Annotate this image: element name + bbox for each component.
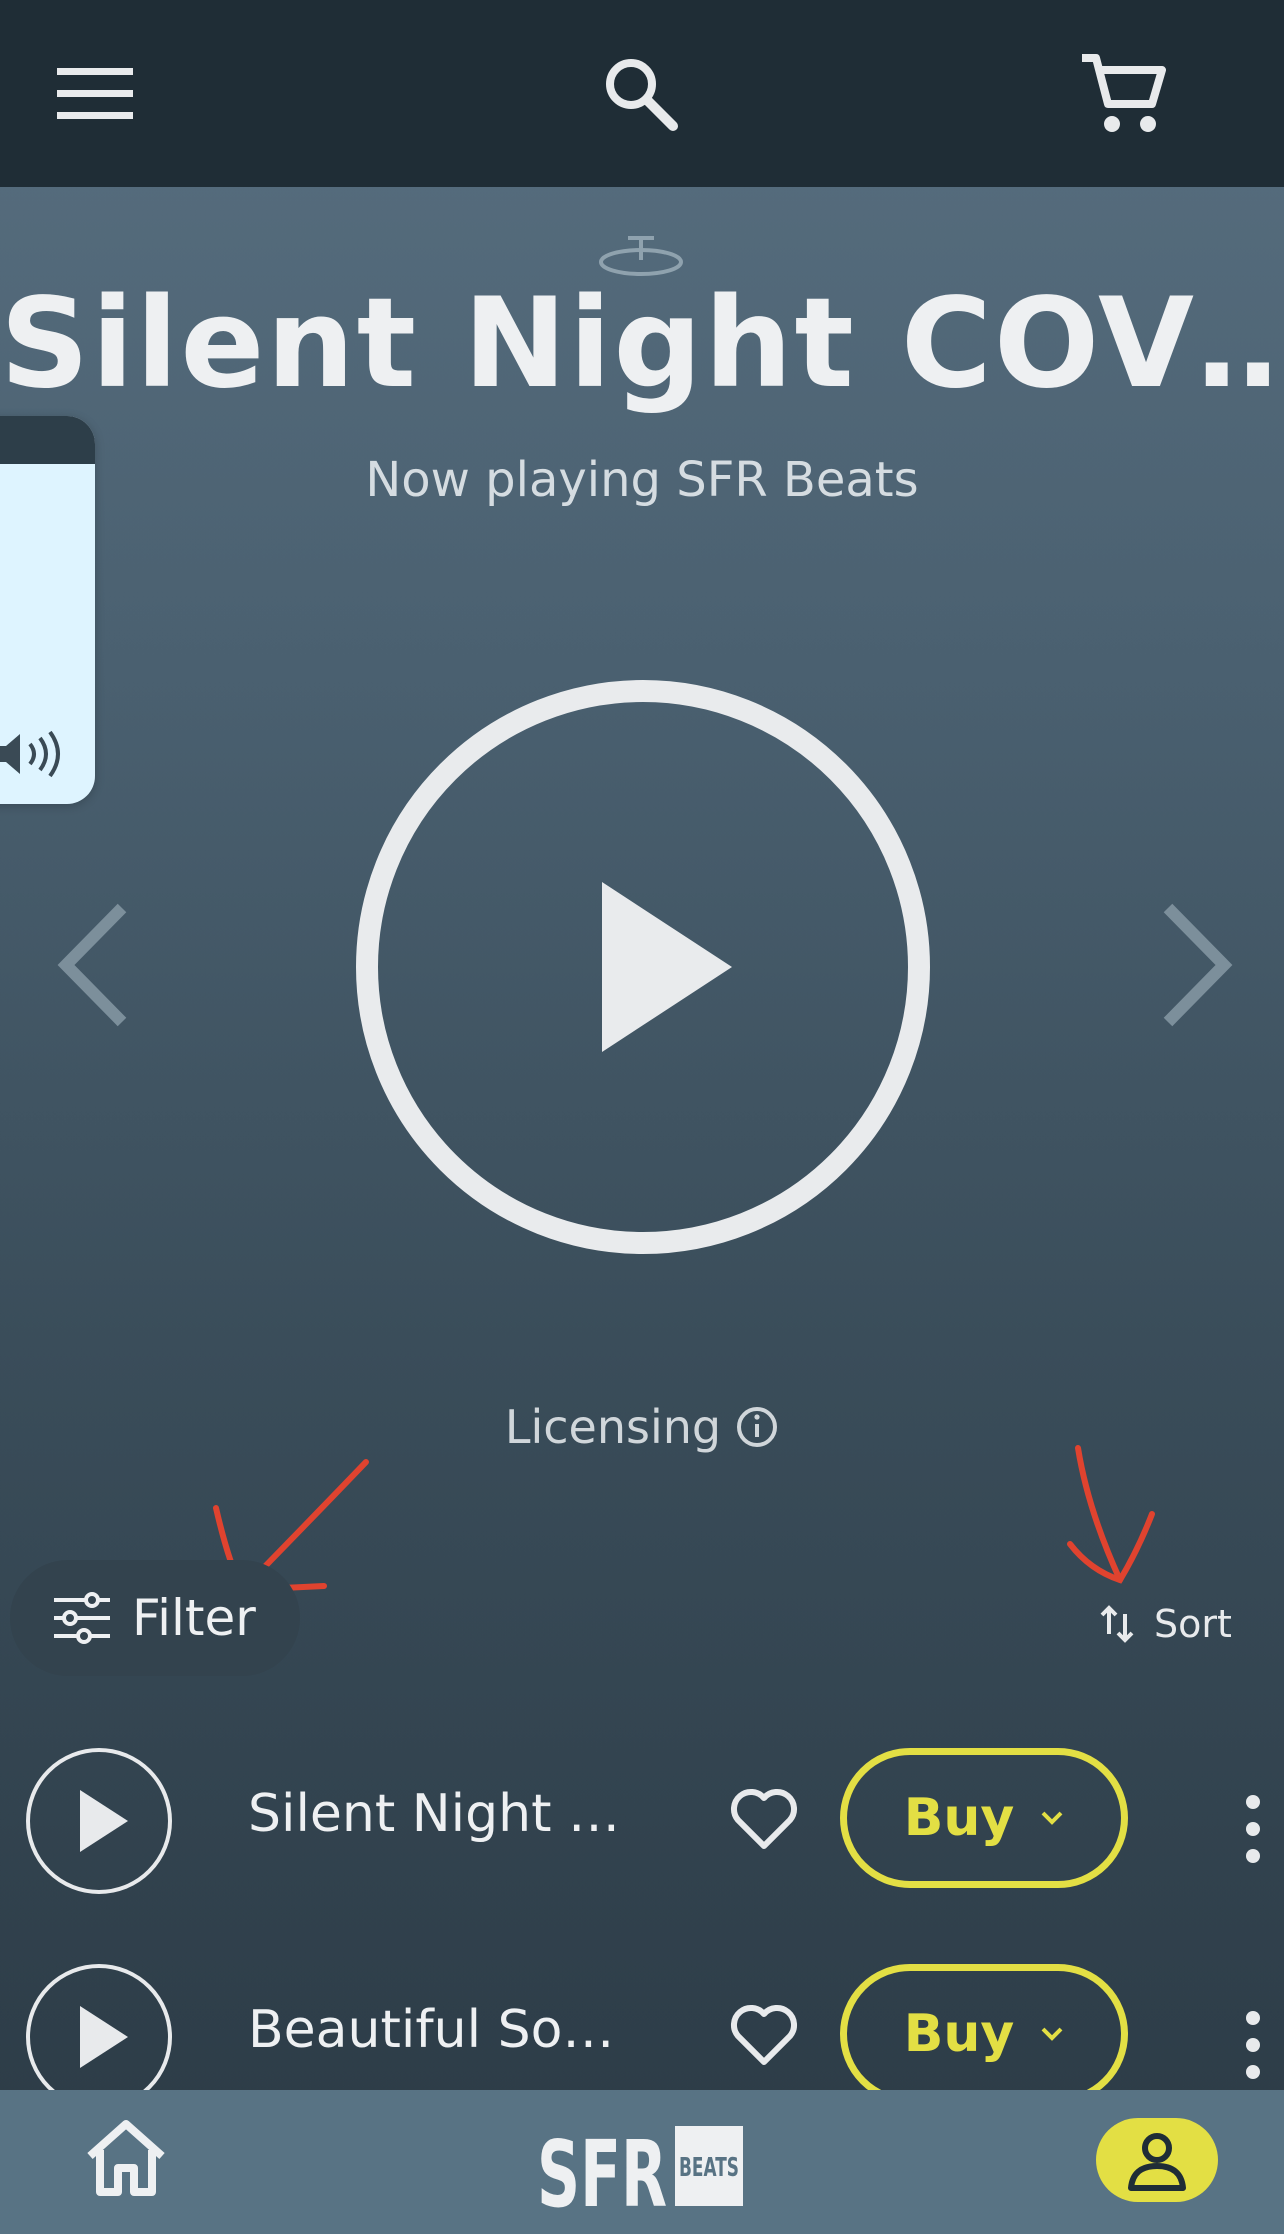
annotation-arrow-sort	[1067, 1445, 1155, 1584]
heart-icon[interactable]	[730, 2004, 798, 2066]
play-icon	[80, 1790, 128, 1852]
chevron-down-icon	[1041, 2027, 1063, 2041]
filter-button[interactable]: Filter	[10, 1560, 300, 1676]
buy-label: Buy	[903, 1788, 1015, 1848]
now-playing-subtitle: Now playing SFR Beats	[365, 452, 919, 508]
main-play-button[interactable]	[356, 680, 930, 1254]
sliders-icon	[54, 1592, 110, 1644]
profile-icon	[1128, 2133, 1186, 2191]
sfr-beats-logo[interactable]: SFR BEATS	[535, 2108, 745, 2218]
spinner-logo-icon	[599, 236, 683, 276]
search-button[interactable]	[586, 44, 696, 144]
track-play-button[interactable]	[26, 1748, 172, 1894]
volume-icon	[0, 730, 60, 778]
cart-button[interactable]	[1068, 44, 1178, 144]
heart-icon[interactable]	[730, 1788, 798, 1850]
sort-label: Sort	[1154, 1602, 1232, 1646]
track-title: Silent Night …	[248, 1784, 620, 1844]
play-icon	[80, 2006, 128, 2068]
brand-main: SFR	[537, 2121, 667, 2218]
more-options-icon[interactable]	[1238, 1794, 1268, 1864]
info-icon	[737, 1407, 778, 1447]
volume-panel[interactable]	[0, 416, 95, 804]
now-playing-title: Silent Night COV…	[0, 272, 1284, 416]
volume-panel-handle[interactable]	[0, 416, 95, 464]
hamburger-icon	[57, 68, 133, 119]
profile-button[interactable]	[1096, 2118, 1218, 2202]
track-title: Beautiful So…	[248, 2000, 615, 2060]
more-options-icon[interactable]	[1238, 2010, 1268, 2080]
licensing-label: Licensing	[504, 1400, 722, 1454]
track-row[interactable]: Silent Night … Buy	[0, 1748, 1284, 1898]
buy-label: Buy	[903, 2004, 1015, 2064]
sort-arrows-icon	[1100, 1605, 1134, 1643]
sort-button[interactable]: Sort	[1100, 1594, 1232, 1654]
chevron-down-icon	[1041, 1811, 1063, 1825]
cart-icon	[1082, 54, 1166, 132]
chevron-left-icon[interactable]	[50, 900, 140, 1030]
track-play-button[interactable]	[26, 1964, 172, 2110]
play-icon	[602, 882, 732, 1052]
search-icon	[606, 59, 678, 131]
filter-label: Filter	[132, 1589, 256, 1647]
home-icon[interactable]	[84, 2118, 168, 2198]
chevron-right-icon[interactable]	[1150, 900, 1240, 1030]
buy-button[interactable]: Buy	[840, 1964, 1128, 2104]
brand-sub: BEATS	[679, 2153, 739, 2183]
top-app-bar	[0, 0, 1284, 187]
bottom-navigation: SFR BEATS	[0, 2090, 1284, 2234]
buy-button[interactable]: Buy	[840, 1748, 1128, 1888]
menu-button[interactable]	[40, 44, 150, 144]
